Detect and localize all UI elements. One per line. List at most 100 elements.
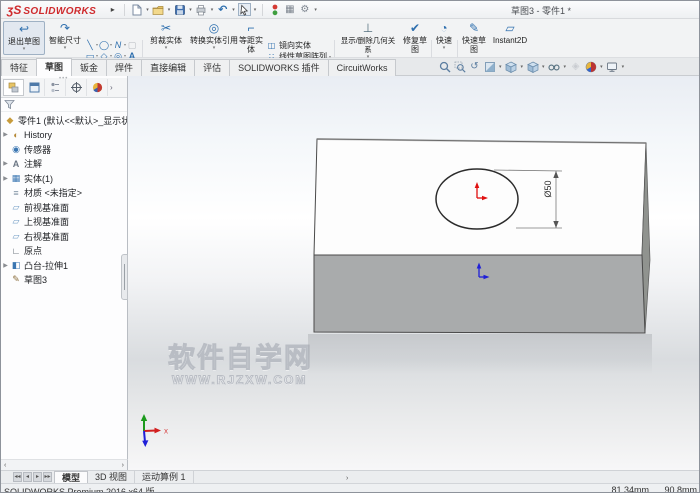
flyout-arrow[interactable]: ▸ — [106, 3, 119, 16]
dimxpert-icon[interactable] — [66, 79, 87, 96]
apply-scene-icon[interactable]: ◈ — [569, 60, 582, 73]
sketch-icon: ✎ — [12, 274, 20, 285]
tree-item-origin[interactable]: ∟ 原点 — [1, 244, 127, 259]
tree-item-sensors[interactable]: ◉ 传感器 — [1, 142, 127, 157]
tree-item-boss-extrude[interactable]: ▶ ◧ 凸台-拉伸1 — [1, 258, 127, 273]
graphics-viewport[interactable]: 软件自学网 WWW.RJZXW.COM Ø50 X — [128, 76, 699, 470]
plane-icon: ▱ — [12, 201, 20, 212]
annotations-icon: A — [12, 158, 20, 169]
panel-tabs-overflow-chevron[interactable]: › — [110, 83, 113, 92]
previous-view-icon[interactable]: ↺ — [468, 60, 481, 73]
instant2d-icon: ▱ — [505, 21, 515, 35]
plane-icon: ▱ — [12, 230, 20, 241]
view-orientation-icon[interactable] — [505, 60, 518, 73]
repair-sketch-button[interactable]: ✔ 修复草 图 — [401, 21, 429, 55]
sensors-icon: ◉ — [12, 143, 20, 154]
tree-item-part[interactable]: ◆ 零件1 (默认<<默认>_显示状态 — [1, 113, 127, 128]
tree-item-history[interactable]: ▶ ◐ History — [1, 128, 127, 143]
zoom-area-icon[interactable] — [453, 60, 466, 73]
panel-splitter-handle[interactable] — [121, 254, 128, 300]
circle-icon[interactable]: ◯ — [99, 40, 109, 50]
tab-3d-views[interactable]: 3D 视图 — [88, 471, 136, 483]
tab-direct-editing[interactable]: 直接编辑 — [141, 59, 196, 76]
hide-show-icon[interactable] — [548, 60, 561, 73]
section-view-icon[interactable] — [483, 60, 496, 73]
dimension-text: Ø50 — [543, 180, 553, 197]
save-icon[interactable] — [173, 3, 186, 16]
logo-word: SOLIDWORKS — [23, 5, 97, 17]
tree-item-material[interactable]: ≡ 材质 <未指定> — [1, 186, 127, 201]
expand-arrow-icon[interactable]: ▶ — [1, 160, 10, 167]
tab-features[interactable]: 特征 — [1, 59, 38, 76]
smart-dimension-button[interactable]: ↷ 智能尺寸 ▾ — [47, 21, 83, 55]
print-icon[interactable] — [195, 3, 208, 16]
offset-entities-button[interactable]: ⌐ 等距实 体 — [237, 21, 265, 55]
zoom-fit-icon[interactable] — [438, 60, 451, 73]
tree-item-front-plane[interactable]: ▱ 前视基准面 — [1, 200, 127, 215]
tree-item-solid-bodies[interactable]: ▶ ▦ 实体(1) — [1, 171, 127, 186]
tab-sheet-metal[interactable]: 钣金 — [71, 59, 108, 76]
mirror-entities-icon: ◫ — [267, 41, 276, 50]
tree-item-annotations[interactable]: ▶ A 注解 — [1, 157, 127, 172]
mirror-entities-button[interactable]: ◫ 镜向实体 — [266, 40, 336, 51]
plane-icon: ▱ — [12, 216, 20, 227]
select-cursor-icon[interactable] — [237, 3, 251, 16]
feature-tree: ◆ 零件1 (默认<<默认>_显示状态 ▶ ◐ History ◉ 传感器 ▶ … — [1, 112, 127, 287]
expand-arrow-icon[interactable]: ▶ — [1, 131, 10, 138]
tree-filter[interactable] — [1, 98, 127, 112]
rebuild-icon[interactable] — [268, 3, 281, 16]
featuremanager-tree-icon[interactable] — [3, 79, 24, 96]
command-manager-ribbon: ↩ 退出草图 ▾ ↷ 智能尺寸 ▾ ╲ ▾ ◯ ▾ N ▾ ▢ ▭ ▾ ◇ ▾ ◎ ▾ A … — [1, 19, 699, 73]
tab-evaluate[interactable]: 评估 — [194, 59, 231, 76]
tab-weldments[interactable]: 焊件 — [106, 59, 143, 76]
instant2d-button[interactable]: ▱ Instant2D — [490, 21, 530, 55]
line-icon[interactable]: ╲ — [85, 40, 95, 50]
logo-mark: ʒS — [7, 2, 22, 17]
tab-circuitworks[interactable]: CircuitWorks — [327, 59, 397, 76]
expand-arrow-icon[interactable]: ▶ — [1, 262, 10, 269]
expand-arrow-icon[interactable]: ▶ — [1, 175, 10, 182]
propertymanager-icon[interactable] — [24, 79, 45, 96]
display-delete-relations-button[interactable]: ⊥ 显示/删除几何关系 ▾ — [337, 21, 399, 60]
exit-sketch-button[interactable]: ↩ 退出草图 ▾ — [3, 21, 45, 55]
tabbar-scroll-icon[interactable]: › — [346, 475, 348, 482]
part-top-face[interactable] — [313, 138, 647, 256]
rapid-sketch-button[interactable]: ✎ 快速草 图 — [460, 21, 488, 55]
panel-horizontal-scrollbar[interactable]: ‹ › — [1, 459, 128, 470]
tree-item-right-plane[interactable]: ▱ 右视基准面 — [1, 229, 127, 244]
tab-sketch[interactable]: 草图 — [36, 58, 73, 76]
rapid-icon: ◔ — [440, 21, 448, 35]
tab-prev-icon[interactable]: ◂ — [23, 472, 32, 482]
tree-item-sketch3[interactable]: ✎ 草图3 — [1, 273, 127, 288]
tab-motion-study[interactable]: 运动算例 1 — [135, 471, 194, 483]
gear-icon[interactable]: ⚙ — [298, 3, 311, 16]
new-document-icon[interactable] — [130, 3, 143, 16]
title-bar: ʒS SOLIDWORKS ▸ ▾ ▾ ▾ ▾ ↶ ▾ ▾ ▦ ⚙ ▾ 草图3 - … — [1, 1, 699, 19]
pointer-x-coordinate: 81.34mm — [611, 485, 649, 493]
trim-entities-button[interactable]: ✂ 剪裁实体 ▾ — [145, 21, 187, 55]
edit-appearance-icon[interactable] — [584, 60, 597, 73]
smart-dimension-icon: ↷ — [59, 21, 71, 35]
displaymanager-icon[interactable] — [87, 79, 108, 96]
view-settings-icon[interactable] — [606, 60, 619, 73]
product-label: SOLIDWORKS Premium 2016 x64 版 — [4, 487, 155, 493]
tab-last-icon[interactable]: ▸▸ — [43, 472, 52, 482]
offset-entities-icon: ⌐ — [247, 21, 255, 35]
display-style-icon[interactable] — [526, 60, 539, 73]
tree-item-top-plane[interactable]: ▱ 上视基准面 — [1, 215, 127, 230]
tab-next-icon[interactable]: ▸ — [33, 472, 42, 482]
tab-addins[interactable]: SOLIDWORKS 插件 — [229, 59, 329, 76]
open-icon[interactable] — [152, 3, 165, 16]
scroll-right-arrow-icon[interactable]: › — [119, 462, 127, 469]
tab-first-icon[interactable]: ◂◂ — [13, 472, 22, 482]
document-title: 草图3 - 零件1 * — [510, 6, 571, 16]
scroll-left-arrow-icon[interactable]: ‹ — [1, 462, 9, 469]
tab-nav-buttons: ◂◂ ◂ ▸ ▸▸ — [13, 472, 52, 482]
rapid-button[interactable]: ◔ 快速 ▾ — [433, 21, 455, 55]
quick-access-toolbar: ▸ ▾ ▾ ▾ ▾ ↶ ▾ ▾ ▦ ⚙ ▾ — [106, 3, 318, 16]
convert-entities-button[interactable]: ◎ 转换实体引用 ▾ — [189, 21, 239, 55]
undo-icon[interactable]: ↶ — [216, 3, 229, 16]
tab-model[interactable]: 模型 — [54, 471, 89, 483]
spline-icon[interactable]: N — [113, 40, 123, 50]
options-grid-icon[interactable]: ▦ — [283, 3, 296, 16]
